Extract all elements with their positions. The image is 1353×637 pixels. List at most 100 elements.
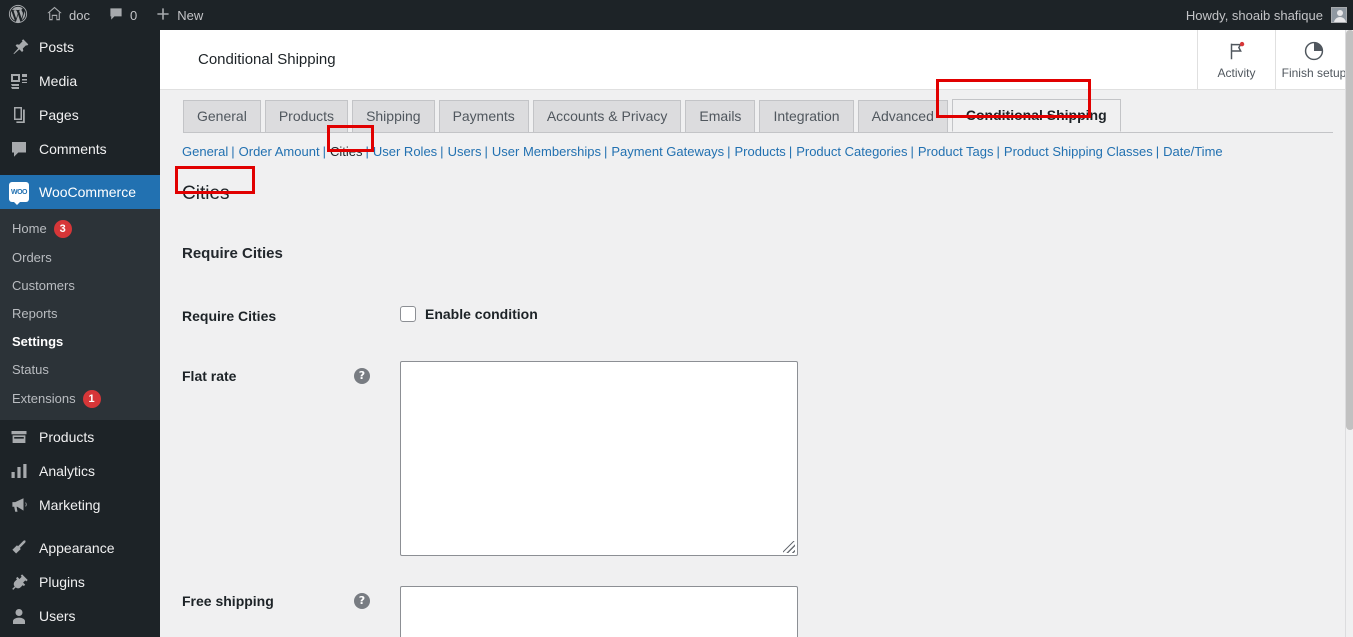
howdy-greeting[interactable]: Howdy, shoaib shafique (1186, 8, 1331, 23)
subnav-products[interactable]: Products (735, 142, 786, 162)
free-shipping-textarea[interactable] (400, 586, 798, 637)
tab-payments[interactable]: Payments (438, 100, 529, 132)
activity-button[interactable]: Activity (1197, 30, 1275, 90)
sidebar-item-pages[interactable]: Pages (0, 98, 160, 132)
tab-products[interactable]: Products (264, 100, 349, 132)
enable-condition-label: Enable condition (425, 306, 538, 322)
subnav-general[interactable]: General (182, 142, 228, 162)
form-row-flat-rate: Flat rate ? (160, 346, 1353, 571)
enable-condition-checkbox-row[interactable]: Enable condition (400, 301, 1343, 322)
sidebar-subitem-settings[interactable]: Settings (0, 328, 160, 356)
admin-bar-right: Howdy, shoaib shafique (1186, 7, 1353, 23)
subnav-separator: | (910, 144, 914, 159)
sidebar-item-woocommerce[interactable]: WOO WooCommerce (0, 175, 168, 209)
sidebar-item-analytics[interactable]: Analytics (0, 454, 160, 488)
sidebar-item-media[interactable]: Media (0, 64, 160, 98)
tab-accounts-privacy[interactable]: Accounts & Privacy (532, 100, 682, 132)
subnav-separator: | (440, 144, 444, 159)
sidebar-item-appearance[interactable]: Appearance (0, 531, 160, 565)
sidebar-subitem-status[interactable]: Status (0, 356, 160, 384)
sidebar-item-label: Products (39, 429, 95, 445)
flat-rate-textarea[interactable] (400, 361, 798, 556)
sidebar-item-posts[interactable]: Posts (0, 30, 160, 64)
sidebar-item-comments[interactable]: Comments (0, 132, 160, 166)
subnav-separator: | (604, 144, 608, 159)
content-area: Conditional Shipping Activity Finish set… (160, 30, 1353, 637)
sidebar-item-label: Media (39, 73, 78, 89)
extensions-count-badge: 1 (82, 390, 101, 408)
sidebar-item-label: WooCommerce (39, 184, 136, 200)
subnav-payment-gateways[interactable]: Payment Gateways (611, 142, 724, 162)
tabs-divider (183, 132, 1333, 133)
home-count-badge: 3 (53, 220, 72, 238)
new-content-menu[interactable]: New (146, 0, 212, 30)
help-icon[interactable]: ? (354, 593, 370, 609)
field-label: Require Cities (182, 308, 277, 324)
help-icon[interactable]: ? (354, 368, 370, 384)
enable-condition-checkbox[interactable] (400, 306, 416, 322)
sidebar-item-label: Pages (39, 107, 79, 123)
wordpress-logo-button[interactable] (0, 0, 37, 30)
tab-general[interactable]: General (183, 100, 261, 132)
sidebar-subitem-home[interactable]: Home 3 (0, 214, 160, 244)
sidebar-item-label: Posts (39, 39, 75, 55)
sidebar-item-label: Comments (39, 141, 107, 157)
subnav-cities[interactable]: Cities (330, 142, 363, 162)
header-actions: Activity Finish setup (1197, 30, 1353, 90)
admin-sidebar: Posts Media Pages Comments WOO WooCommer… (0, 30, 168, 637)
finish-setup-label: Finish setup (1281, 65, 1347, 80)
subnav-separator: | (365, 144, 369, 159)
field-label: Free shipping (182, 593, 274, 609)
tab-conditional-shipping[interactable]: Conditional Shipping (951, 99, 1121, 132)
form-control-cell (400, 571, 1353, 637)
tab-emails[interactable]: Emails (685, 100, 756, 132)
admin-bar: doc 0 New Howdy, shoaib shafique (0, 0, 1353, 30)
paintbrush-icon (9, 538, 29, 558)
woocommerce-page-header: Conditional Shipping Activity Finish set… (160, 30, 1353, 90)
subnav-separator: | (322, 144, 326, 159)
sidebar-subitem-label: Settings (12, 334, 64, 349)
subnav-user-memberships[interactable]: User Memberships (492, 142, 601, 162)
finish-setup-button[interactable]: Finish setup (1275, 30, 1353, 90)
subnav-order-amount[interactable]: Order Amount (239, 142, 320, 162)
form-row-free-shipping: Free shipping ? (160, 571, 1353, 637)
pages-icon (9, 105, 29, 125)
sidebar-subitem-extensions[interactable]: Extensions 1 (0, 384, 160, 414)
tab-shipping[interactable]: Shipping (352, 100, 435, 132)
form-control-cell: Enable condition (400, 286, 1353, 346)
sidebar-separator (0, 522, 160, 531)
woocommerce-submenu: Home 3 Orders Customers Reports Settings… (0, 209, 160, 420)
subnav-date-time[interactable]: Date/Time (1163, 142, 1222, 162)
scrollbar-thumb[interactable] (1346, 30, 1353, 430)
sidebar-subitem-label: Extensions (12, 391, 76, 406)
megaphone-icon (9, 495, 29, 515)
sidebar-subitem-reports[interactable]: Reports (0, 300, 160, 328)
form-row-require-cities: Require Cities Enable condition (160, 286, 1353, 346)
sidebar-item-products[interactable]: Products (0, 420, 160, 454)
activity-label: Activity (1217, 65, 1256, 80)
comments-menu[interactable]: 0 (99, 0, 146, 30)
sidebar-item-plugins[interactable]: Plugins (0, 565, 160, 599)
tab-advanced[interactable]: Advanced (857, 100, 948, 132)
subnav-users[interactable]: Users (448, 142, 482, 162)
subnav-product-shipping-classes[interactable]: Product Shipping Classes (1004, 142, 1153, 162)
pin-icon (9, 37, 29, 57)
tab-integration[interactable]: Integration (759, 100, 854, 132)
subnav-product-categories[interactable]: Product Categories (796, 142, 907, 162)
bar-chart-icon (9, 461, 29, 481)
sidebar-subitem-label: Status (12, 362, 49, 377)
plug-icon (9, 572, 29, 592)
sidebar-item-label: Plugins (39, 574, 85, 590)
sidebar-subitem-customers[interactable]: Customers (0, 272, 160, 300)
subnav-user-roles[interactable]: User Roles (373, 142, 437, 162)
sidebar-item-label: Analytics (39, 463, 96, 479)
sidebar-item-users[interactable]: Users (0, 599, 160, 633)
subnav-separator: | (996, 144, 1000, 159)
user-avatar-icon[interactable] (1331, 7, 1347, 23)
site-name-menu[interactable]: doc (37, 0, 99, 30)
comments-count: 0 (129, 7, 138, 23)
sidebar-item-marketing[interactable]: Marketing (0, 488, 160, 522)
sidebar-subitem-orders[interactable]: Orders (0, 244, 160, 272)
settings-tabs-wrapper: General Products Shipping Payments Accou… (160, 90, 1353, 133)
subnav-product-tags[interactable]: Product Tags (918, 142, 994, 162)
